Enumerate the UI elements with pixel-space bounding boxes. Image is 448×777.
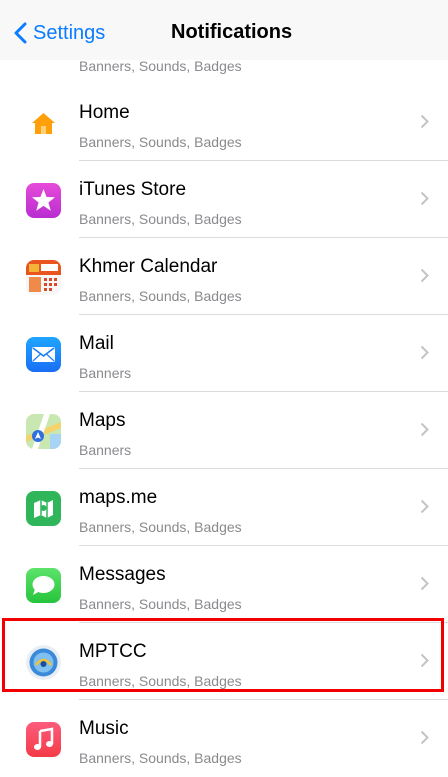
app-name: iTunes Store: [79, 179, 187, 200]
app-name: Maps: [79, 410, 126, 431]
app-name: Music: [79, 718, 129, 739]
list-item-mail[interactable]: Mail Banners: [0, 315, 448, 392]
mptcc-icon: [26, 645, 61, 680]
app-subtitle: Banners: [79, 442, 132, 458]
app-subtitle: Banners: [79, 365, 132, 381]
messages-icon: [26, 568, 61, 603]
app-name: Mail: [79, 333, 114, 354]
list-item-khmer-calendar[interactable]: Khmer Calendar Banners, Sounds, Badges: [0, 238, 448, 315]
list-item-home[interactable]: Home Banners, Sounds, Badges: [0, 84, 448, 161]
chevron-left-icon: [14, 22, 27, 44]
app-name: MPTCC: [79, 641, 147, 662]
home-icon: [26, 106, 61, 141]
list-item-music[interactable]: Music Banners, Sounds, Badges: [0, 700, 448, 777]
chevron-right-icon: [420, 499, 429, 514]
mail-icon: [26, 337, 61, 372]
maps-icon: [26, 414, 61, 449]
chevron-right-icon: [420, 653, 429, 668]
music-icon: [26, 722, 61, 757]
app-subtitle: Banners, Sounds, Badges: [79, 288, 242, 304]
khmer-calendar-icon: [26, 260, 61, 295]
app-subtitle: Banners, Sounds, Badges: [79, 596, 242, 612]
app-subtitle: Banners, Sounds, Badges: [79, 673, 242, 689]
maps-me-icon: [26, 491, 61, 526]
chevron-right-icon: [420, 268, 429, 283]
chevron-right-icon: [420, 422, 429, 437]
chevron-right-icon: [420, 730, 429, 745]
list-item-itunes-store[interactable]: iTunes Store Banners, Sounds, Badges: [0, 161, 448, 238]
app-name: maps.me: [79, 487, 158, 508]
itunes-store-icon: [26, 183, 61, 218]
page-title: Notifications: [171, 21, 293, 43]
chevron-right-icon: [420, 114, 429, 129]
chevron-right-icon: [420, 576, 429, 591]
app-name: Messages: [79, 564, 166, 585]
app-subtitle: Banners, Sounds, Badges: [79, 211, 242, 227]
app-name: Home: [79, 102, 130, 123]
list-item-maps-me[interactable]: maps.me Banners, Sounds, Badges: [0, 469, 448, 546]
navigation-bar: Settings Notifications: [0, 0, 448, 60]
app-subtitle: Banners, Sounds, Badges: [79, 134, 242, 150]
list-item-maps[interactable]: Maps Banners: [0, 392, 448, 469]
back-button-label: Settings: [33, 21, 106, 44]
app-subtitle: Banners, Sounds, Badges: [79, 750, 242, 766]
chevron-right-icon: [420, 345, 429, 360]
app-subtitle: Banners, Sounds, Badges: [79, 58, 242, 74]
list-item-messages[interactable]: Messages Banners, Sounds, Badges: [0, 546, 448, 623]
back-button[interactable]: Settings: [14, 18, 105, 48]
list-item-mptcc[interactable]: MPTCC Banners, Sounds, Badges: [0, 623, 448, 700]
chevron-right-icon: [420, 191, 429, 206]
app-name: Khmer Calendar: [79, 256, 218, 277]
app-subtitle: Banners, Sounds, Badges: [79, 519, 242, 535]
